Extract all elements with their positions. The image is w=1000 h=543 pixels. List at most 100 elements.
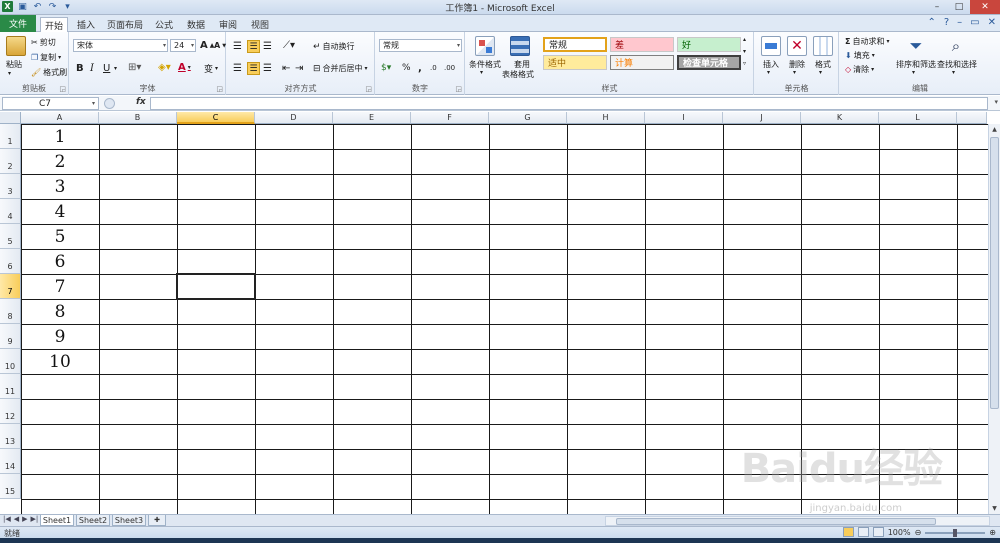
row-header-14[interactable]: 14 xyxy=(0,449,21,474)
format-cells-button[interactable]: 格式 xyxy=(815,59,831,70)
row-header-10[interactable]: 10 xyxy=(0,349,21,374)
row-header-15[interactable]: 15 xyxy=(0,474,21,499)
font-name-select[interactable]: 宋体 ▾ xyxy=(73,39,168,52)
chevron-down-icon[interactable]: ▾ xyxy=(743,48,746,55)
cell-a6[interactable]: 6 xyxy=(21,249,99,274)
column-header-i[interactable]: I xyxy=(645,112,723,124)
insert-cells-icon[interactable] xyxy=(761,36,781,56)
cell-a3[interactable]: 3 xyxy=(21,174,99,199)
delete-cells-icon[interactable]: ✕ xyxy=(787,36,807,56)
align-left-icon[interactable]: ☰ xyxy=(233,63,242,74)
fill-color-icon[interactable]: ◈▾ xyxy=(158,62,171,73)
next-sheet-icon[interactable]: ▶ xyxy=(22,515,27,523)
style-good[interactable]: 好 xyxy=(677,37,741,52)
cut-button[interactable]: ✂ 剪切 xyxy=(31,37,56,48)
paste-icon[interactable] xyxy=(6,36,26,56)
row-header-4[interactable]: 4 xyxy=(0,199,21,224)
conditional-format-dropdown-icon[interactable]: ▾ xyxy=(480,69,483,76)
binoculars-icon[interactable]: ⌕ xyxy=(946,36,966,56)
row-header-5[interactable]: 5 xyxy=(0,224,21,249)
comma-button[interactable]: , xyxy=(418,63,422,74)
tab-view[interactable]: 视图 xyxy=(246,17,274,32)
vertical-scroll-thumb[interactable] xyxy=(990,137,999,409)
wrap-text-button[interactable]: ↵ 自动换行 xyxy=(313,41,355,52)
last-sheet-icon[interactable]: ▶| xyxy=(31,515,39,523)
expand-formula-bar-icon[interactable]: ▾ xyxy=(994,98,998,106)
column-header-l[interactable]: L xyxy=(879,112,957,124)
style-normal[interactable]: 常规 xyxy=(543,37,607,52)
sort-filter-button[interactable]: 排序和筛选 xyxy=(896,59,936,70)
prev-sheet-icon[interactable]: ◀ xyxy=(14,515,19,523)
cell-a7[interactable]: 7 xyxy=(21,274,99,299)
underline-button[interactable]: U xyxy=(103,63,110,74)
workbook-restore-icon[interactable]: ▭ xyxy=(970,17,979,28)
paste-button[interactable]: 粘贴 xyxy=(6,59,22,70)
fill-button[interactable]: ⬇ 填充 ▾ xyxy=(845,50,875,61)
close-icon[interactable]: ✕ xyxy=(970,0,1000,14)
zoom-level[interactable]: 100% xyxy=(888,528,911,537)
style-calculation[interactable]: 计算 xyxy=(610,55,674,70)
table-format-icon[interactable] xyxy=(510,36,530,56)
number-launcher-icon[interactable]: ◲ xyxy=(455,85,462,93)
row-header-2[interactable]: 2 xyxy=(0,149,21,174)
sort-dropdown-icon[interactable]: ▾ xyxy=(912,69,915,76)
zoom-in-icon[interactable]: ⊕ xyxy=(989,528,996,537)
cell-a5[interactable]: 5 xyxy=(21,224,99,249)
column-header-k[interactable]: K xyxy=(801,112,879,124)
column-header-g[interactable]: G xyxy=(489,112,567,124)
row-header-13[interactable]: 13 xyxy=(0,424,21,449)
workbook-close-icon[interactable]: ✕ xyxy=(988,17,996,28)
borders-icon[interactable]: ⊞▾ xyxy=(128,62,141,73)
style-check-cell[interactable]: 检查单元格 xyxy=(677,55,741,70)
align-middle-icon[interactable]: ☰ xyxy=(247,40,260,53)
align-center-icon[interactable]: ☰ xyxy=(247,62,260,75)
new-sheet-icon[interactable]: ✚ xyxy=(148,515,166,526)
font-launcher-icon[interactable]: ◲ xyxy=(216,85,223,93)
name-box[interactable]: C7 ▾ xyxy=(2,97,99,110)
increase-indent-icon[interactable]: ⇥ xyxy=(295,63,303,74)
font-color-button[interactable]: A ▾ xyxy=(178,62,191,73)
normal-view-button[interactable] xyxy=(842,527,854,537)
sheet-tab-sheet3[interactable]: Sheet3 xyxy=(112,515,146,526)
clipboard-launcher-icon[interactable]: ◲ xyxy=(59,85,66,93)
sheet-tab-sheet1[interactable]: Sheet1 xyxy=(40,515,74,526)
insert-cells-button[interactable]: 插入 xyxy=(763,59,779,70)
decrease-decimal-button[interactable]: .00 xyxy=(444,64,455,72)
zoom-out-icon[interactable]: ⊖ xyxy=(915,528,922,537)
style-neutral[interactable]: 适中 xyxy=(543,55,607,70)
zoom-slider[interactable] xyxy=(925,528,986,537)
column-header-partial[interactable] xyxy=(957,112,987,124)
delete-dropdown-icon[interactable]: ▾ xyxy=(793,69,796,76)
page-layout-view-button[interactable] xyxy=(857,527,869,537)
zoom-slider-knob[interactable] xyxy=(953,528,958,537)
font-size-select[interactable]: 24 ▾ xyxy=(170,39,196,52)
number-format-select[interactable]: 常规 ▾ xyxy=(379,39,462,52)
horizontal-scroll-thumb[interactable] xyxy=(616,518,936,525)
vertical-scrollbar[interactable]: ▲ ▼ xyxy=(988,124,1000,514)
cell-a4[interactable]: 4 xyxy=(21,199,99,224)
shrink-font-button[interactable]: A ▼ xyxy=(214,41,226,50)
scroll-up-icon[interactable]: ▲ xyxy=(989,124,1000,135)
maximize-icon[interactable]: □ xyxy=(948,0,970,14)
style-bad[interactable]: 差 xyxy=(610,37,674,52)
align-right-icon[interactable]: ☰ xyxy=(263,63,272,74)
find-select-button[interactable]: 查找和选择 xyxy=(937,59,977,70)
minimize-icon[interactable]: – xyxy=(926,0,948,14)
copy-button[interactable]: ❐ 复制 ▾ xyxy=(31,52,61,63)
cell-a8[interactable]: 8 xyxy=(21,299,99,324)
underline-dropdown-icon[interactable]: ▾ xyxy=(114,65,117,72)
row-header-7[interactable]: 7 xyxy=(0,274,21,299)
phonetic-guide-button[interactable]: 变 ▾ xyxy=(204,62,218,75)
tab-page-layout[interactable]: 页面布局 xyxy=(104,17,146,32)
formula-input[interactable] xyxy=(150,97,988,110)
column-header-b[interactable]: B xyxy=(99,112,177,124)
increase-decimal-button[interactable]: .0 xyxy=(430,64,437,72)
conditional-format-button[interactable]: 条件格式 xyxy=(469,59,501,70)
row-header-8[interactable]: 8 xyxy=(0,299,21,324)
decrease-indent-icon[interactable]: ⇤ xyxy=(282,63,290,74)
cell-a10[interactable]: 10 xyxy=(21,349,99,374)
conditional-format-icon[interactable] xyxy=(475,36,495,56)
alignment-launcher-icon[interactable]: ◲ xyxy=(365,85,372,93)
scroll-down-icon[interactable]: ▼ xyxy=(989,503,1000,514)
row-header-6[interactable]: 6 xyxy=(0,249,21,274)
